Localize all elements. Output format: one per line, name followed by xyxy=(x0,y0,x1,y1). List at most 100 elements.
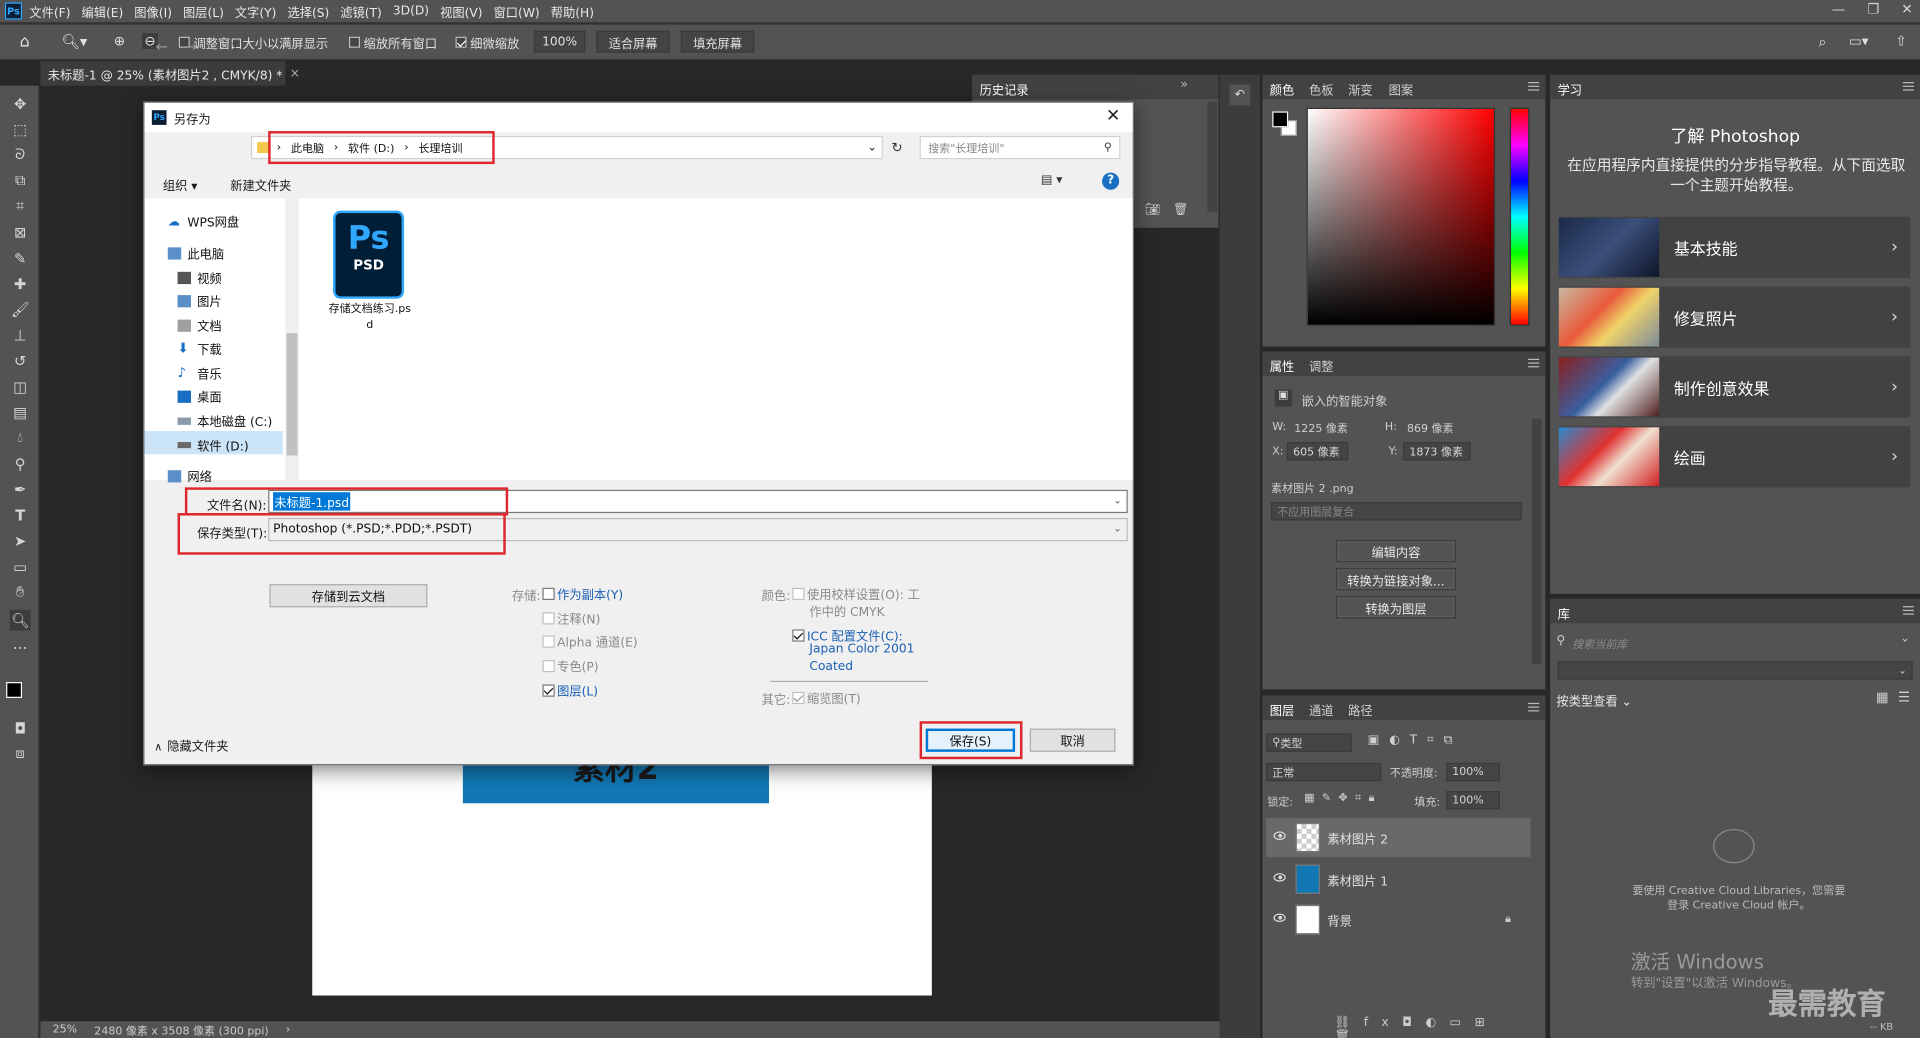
layers-checkbox[interactable]: 图层(L) xyxy=(542,681,598,699)
visibility-eye-icon[interactable] xyxy=(1273,831,1286,841)
organize-button[interactable]: 组织 ▾ xyxy=(163,175,198,193)
menu-select[interactable]: 选择(S) xyxy=(287,2,329,20)
breadcrumb-folder[interactable]: 长理培训 xyxy=(418,140,462,155)
zoom-in-icon[interactable]: ⊕ xyxy=(114,33,125,49)
blend-mode-select[interactable]: 正常 xyxy=(1266,762,1382,782)
color-fg-swatch[interactable] xyxy=(1272,111,1289,128)
zoom-tool-icon[interactable]: 🔍︎▾ xyxy=(61,33,87,50)
search-box[interactable]: 搜索"长理培训" ⚲ xyxy=(919,135,1121,160)
close-icon[interactable]: ✕ xyxy=(1106,107,1120,127)
menu-3d[interactable]: 3D(D) xyxy=(393,4,429,17)
layers-footer-icons[interactable]: ⛓fx◘◐▭⊞🗑︎ xyxy=(1335,1016,1519,1038)
panel-menu-icon[interactable] xyxy=(1528,82,1540,91)
library-search-input[interactable]: 搜索当前库 xyxy=(1572,636,1627,651)
menu-window[interactable]: 窗口(W) xyxy=(494,2,540,20)
collapse-icon[interactable]: » xyxy=(1180,78,1188,91)
tab-swatches[interactable]: 色板 xyxy=(1309,80,1333,97)
more-tools-icon[interactable]: ⋯ xyxy=(10,637,31,658)
filetype-select[interactable]: Photoshop (*.PSD;*.PDD;*.PSDT) ⌄ xyxy=(268,517,1128,542)
opacity-field[interactable]: 100% xyxy=(1446,762,1501,782)
dodge-tool-icon[interactable]: ⚲ xyxy=(10,453,31,474)
grid-view-icon[interactable]: ▦ xyxy=(1876,689,1889,705)
filter-type-icons[interactable]: ▣◐T⌗⧉ xyxy=(1368,733,1462,746)
path-select-tool-icon[interactable]: ➤ xyxy=(10,530,31,551)
menu-help[interactable]: 帮助(H) xyxy=(551,2,594,20)
sidebar-item-music[interactable]: ♪ 音乐 xyxy=(178,364,222,383)
healing-brush-tool-icon[interactable]: ✚ xyxy=(10,273,31,294)
menu-file[interactable]: 文件(F) xyxy=(29,2,70,20)
learn-topic-fix-photo[interactable]: 修复照片 › xyxy=(1558,286,1911,348)
tab-properties[interactable]: 属性 xyxy=(1270,356,1294,374)
tab-gradients[interactable]: 渐变 xyxy=(1348,80,1372,97)
close-window-icon[interactable]: ✕ xyxy=(1901,1,1912,17)
address-bar[interactable]: › 此电脑 › 软件 (D:) › 长理培训 ⌄ xyxy=(251,135,883,160)
width-value[interactable]: 1225 像素 xyxy=(1294,420,1348,436)
save-button[interactable]: 保存(S) xyxy=(925,728,1016,752)
chevron-down-icon[interactable]: ⌄ xyxy=(1900,633,1909,645)
layer-comp-select[interactable]: 不应用图层复合 xyxy=(1271,502,1523,521)
tab-layers[interactable]: 图层 xyxy=(1270,700,1294,718)
learn-topic-painting[interactable]: 绘画 › xyxy=(1558,426,1911,488)
convert-to-layers-button[interactable]: 转换为图层 xyxy=(1335,596,1456,619)
save-to-cloud-button[interactable]: 存储到云文档 xyxy=(269,584,428,608)
type-tool-icon[interactable]: T xyxy=(10,504,31,525)
tab-adjustments[interactable]: 调整 xyxy=(1309,356,1333,374)
filename-input[interactable]: 未标题-1.psd ⌄ xyxy=(268,489,1128,514)
height-value[interactable]: 869 像素 xyxy=(1407,420,1454,436)
thumbnail-checkbox[interactable]: 缩览图(T) xyxy=(792,688,861,707)
tab-library[interactable]: 库 xyxy=(1558,604,1570,622)
icc-profile-checkbox[interactable]: ICC 配置文件(C): xyxy=(792,626,903,644)
visibility-eye-icon[interactable] xyxy=(1273,913,1286,923)
panel-menu-icon[interactable] xyxy=(1902,606,1914,615)
menu-image[interactable]: 图像(I) xyxy=(134,2,172,20)
move-tool-icon[interactable]: ✥ xyxy=(10,93,31,114)
camera-icon[interactable]: 📷︎ xyxy=(1145,203,1161,216)
tab-learn[interactable]: 学习 xyxy=(1558,80,1582,97)
frame-tool-icon[interactable]: ⊠ xyxy=(10,222,31,243)
fill-screen-button[interactable]: 填充屏幕 xyxy=(680,30,755,53)
brush-tool-icon[interactable]: 🖌︎ xyxy=(10,299,31,320)
notes-checkbox[interactable]: 注释(N) xyxy=(542,609,600,627)
foreground-color-swatch[interactable] xyxy=(6,682,23,698)
home-icon[interactable]: ⌂ xyxy=(20,33,30,51)
restore-icon[interactable]: ❐ xyxy=(1867,1,1879,17)
hand-tool-icon[interactable]: ✋︎ xyxy=(10,582,31,603)
lock-icons[interactable]: ▦✎✥⌗🔒︎ xyxy=(1304,792,1382,804)
share-icon[interactable]: ⇧ xyxy=(1896,33,1907,49)
hide-folders-toggle[interactable]: ∧ 隐藏文件夹 xyxy=(154,736,228,754)
chevron-down-icon[interactable]: ⌄ xyxy=(868,141,877,153)
view-options-icon[interactable]: ▤ ▾ xyxy=(1041,174,1063,187)
refresh-icon[interactable]: ↻ xyxy=(891,140,902,156)
minimize-icon[interactable]: — xyxy=(1832,1,1845,17)
sidebar-item-pictures[interactable]: 图片 xyxy=(177,291,222,310)
history-dock-icon[interactable]: ↶ xyxy=(1229,84,1251,106)
list-view-icon[interactable]: ☰ xyxy=(1898,689,1910,705)
properties-scrollbar[interactable] xyxy=(1531,418,1542,664)
proof-setup-checkbox[interactable]: 使用校样设置(O): 工 xyxy=(792,584,920,602)
spot-colors-checkbox[interactable]: 专色(P) xyxy=(542,656,599,675)
close-tab-icon[interactable]: × xyxy=(290,67,300,80)
fit-screen-button[interactable]: 适合屏幕 xyxy=(596,30,670,53)
sidebar-item-videos[interactable]: 视频 xyxy=(177,268,222,287)
rectangle-tool-icon[interactable]: ▭ xyxy=(10,556,31,577)
scrubby-zoom-checkbox[interactable]: 细微缩放 xyxy=(455,33,519,51)
marquee-tool-icon[interactable]: ⬚ xyxy=(10,119,31,140)
sidebar-item-documents[interactable]: 文档 xyxy=(177,316,222,334)
chevron-right-icon[interactable]: › xyxy=(286,1024,290,1036)
object-select-tool-icon[interactable]: ⧉ xyxy=(10,170,31,191)
tab-paths[interactable]: 路径 xyxy=(1348,700,1372,718)
help-icon[interactable]: ? xyxy=(1102,172,1120,190)
document-tab[interactable]: 未标题-1 @ 25% (素材图片2 , CMYK/8) * × xyxy=(40,61,300,86)
sidebar-item-drive-c[interactable]: 本地磁盘 (C:) xyxy=(177,411,272,430)
menu-edit[interactable]: 编辑(E) xyxy=(82,2,124,20)
nav-scrollbar[interactable] xyxy=(285,198,299,481)
recent-dropdown-icon[interactable]: ⌄ xyxy=(211,42,219,53)
menu-filter[interactable]: 滤镜(T) xyxy=(340,2,382,20)
visibility-eye-icon[interactable] xyxy=(1273,873,1286,882)
alpha-channels-checkbox[interactable]: Alpha 通道(E) xyxy=(542,632,638,650)
trash-icon[interactable]: 🗑︎ xyxy=(1173,203,1189,216)
menu-type[interactable]: 文字(Y) xyxy=(235,2,277,20)
screen-mode-icon[interactable]: ⧈ xyxy=(10,743,31,764)
sidebar-item-network[interactable]: 网络 xyxy=(167,467,212,485)
cancel-button[interactable]: 取消 xyxy=(1029,728,1116,752)
